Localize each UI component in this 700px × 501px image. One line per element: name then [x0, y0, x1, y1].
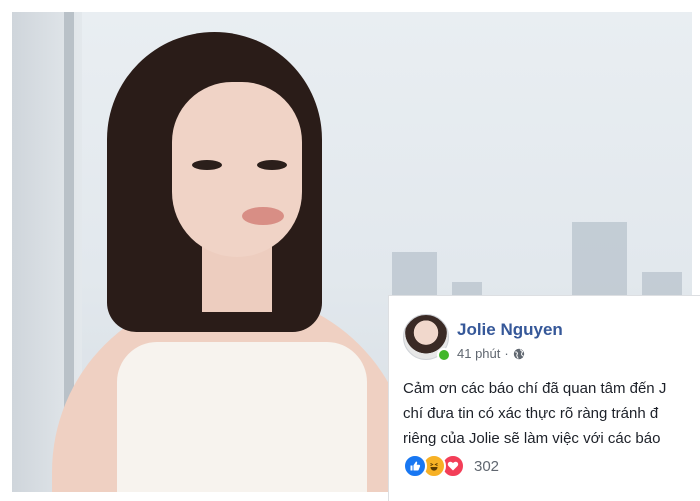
globe-icon[interactable]: [513, 348, 525, 360]
facebook-post-card: Jolie Nguyen 41 phút · Cảm ơn các báo ch…: [388, 295, 700, 501]
author-name[interactable]: Jolie Nguyen: [457, 320, 563, 340]
right-eye: [257, 160, 287, 170]
lips: [242, 207, 284, 225]
post-text: Cảm ơn các báo chí đã quan tâm đến J chí…: [403, 376, 700, 451]
white-dress: [117, 342, 367, 492]
meta-separator: ·: [504, 346, 509, 361]
post-meta: 41 phút ·: [457, 346, 525, 361]
like-icon: [403, 454, 427, 478]
online-status-dot: [437, 348, 451, 362]
post-text-line: riêng của Jolie sẽ làm việc với các báo: [403, 430, 661, 447]
post-time[interactable]: 41 phút: [457, 346, 500, 361]
reaction-summary[interactable]: 302: [403, 454, 499, 478]
post-text-line: Cảm ơn các báo chí đã quan tâm đến J: [403, 380, 667, 397]
reaction-count[interactable]: 302: [474, 458, 499, 475]
post-text-line: chí đưa tin có xác thực rõ ràng tránh đ: [403, 405, 659, 422]
left-eye: [192, 160, 222, 170]
face: [172, 82, 302, 257]
